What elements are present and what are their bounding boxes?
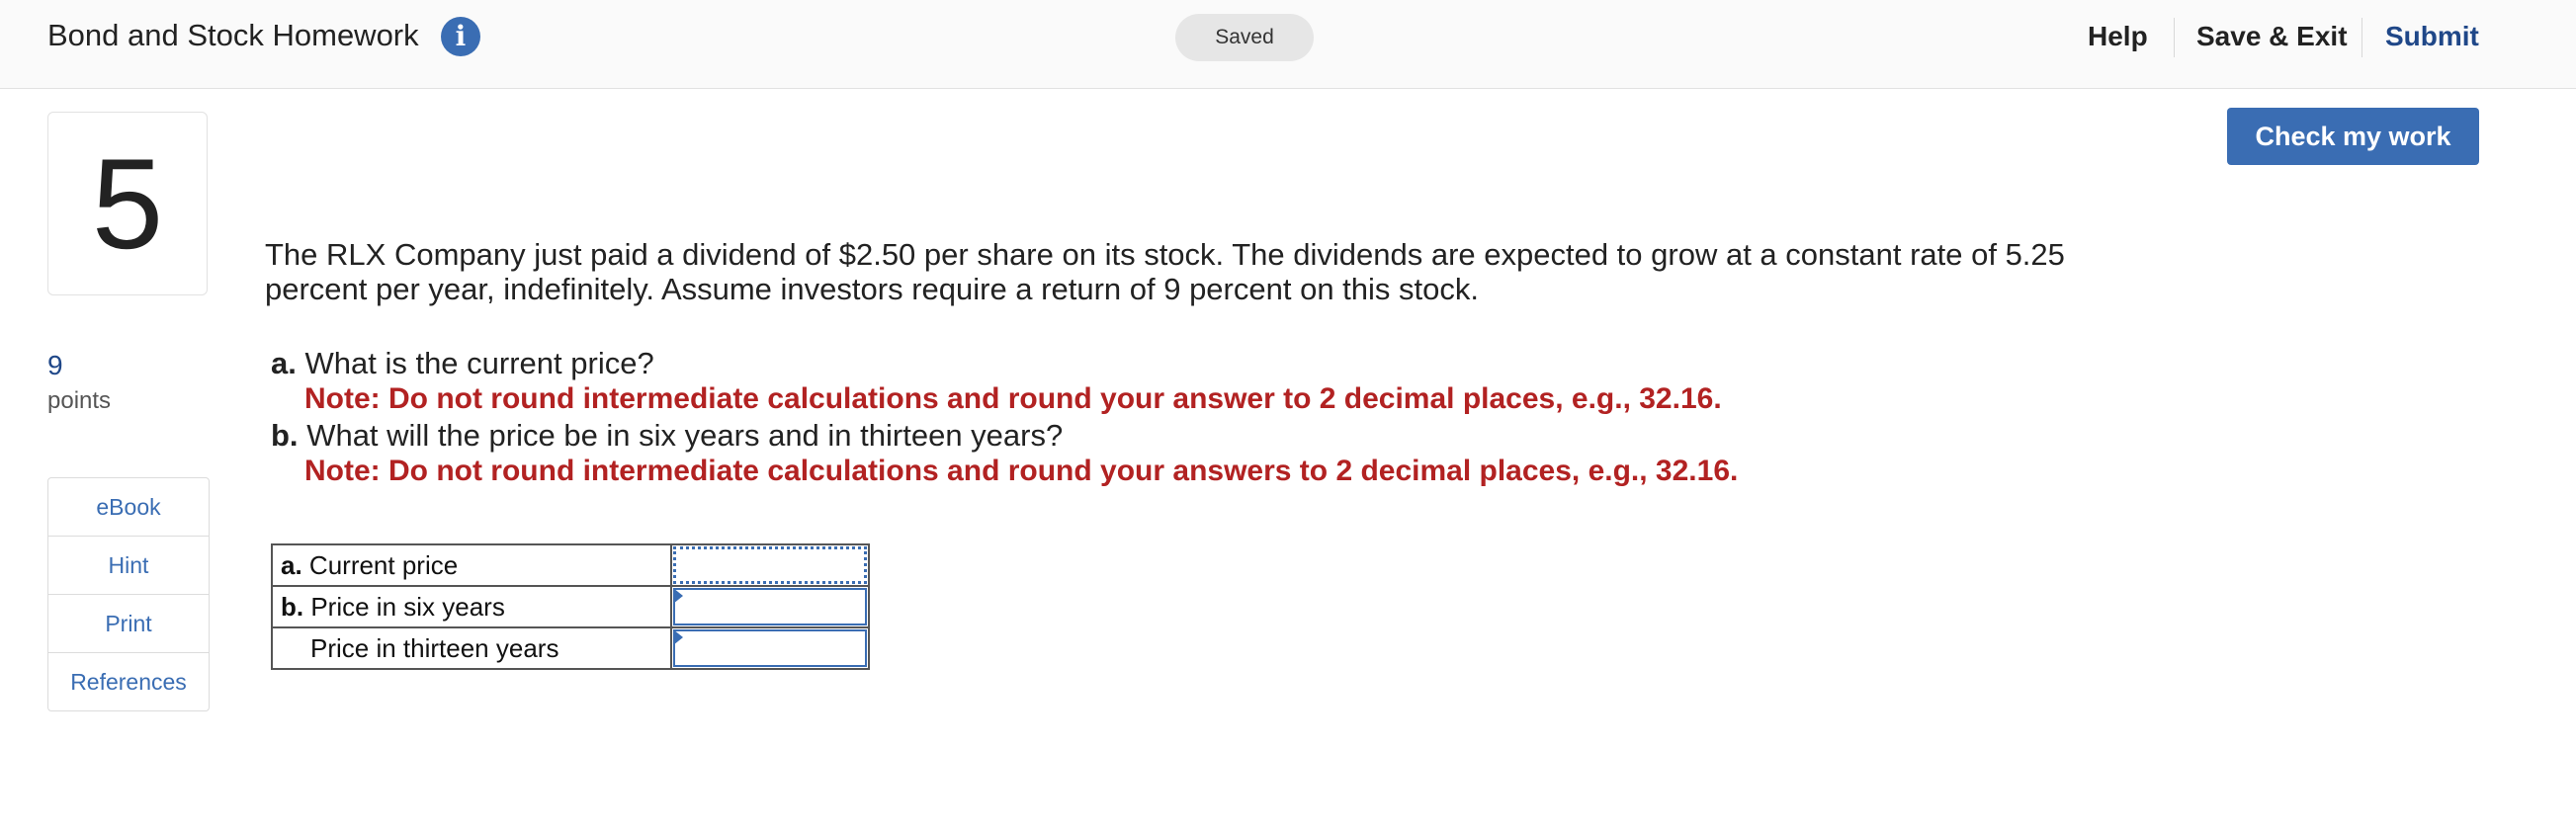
question-number: 5 — [47, 112, 208, 295]
row-label: a. Current price — [271, 543, 672, 587]
points-value: 9 — [47, 350, 63, 380]
row-prefix: b. — [281, 591, 304, 622]
input-marker-icon — [673, 629, 683, 645]
price-thirteen-years-input[interactable] — [670, 626, 870, 670]
top-bar: Bond and Stock Homework i Saved Help Sav… — [0, 0, 2576, 89]
part-a-text: What is the current price? — [304, 346, 654, 380]
resources-panel: eBook Hint Print References — [47, 477, 210, 711]
check-my-work-button[interactable]: Check my work — [2227, 108, 2479, 165]
save-exit-link[interactable]: Save & Exit — [2196, 20, 2348, 53]
part-a-label: a. — [271, 346, 297, 380]
row-text: Price in six years — [310, 591, 505, 622]
help-link[interactable]: Help — [2088, 20, 2148, 53]
points-label: points — [47, 387, 112, 414]
input-box[interactable] — [673, 546, 867, 584]
saved-status-badge: Saved — [1175, 14, 1314, 61]
header-divider — [2361, 18, 2362, 57]
part-a-note: Note: Do not round intermediate calculat… — [304, 382, 1722, 415]
hint-link[interactable]: Hint — [48, 537, 209, 595]
ebook-link[interactable]: eBook — [48, 478, 209, 537]
table-row: a. Current price — [271, 543, 870, 587]
row-text: Current price — [308, 549, 459, 580]
references-link[interactable]: References — [48, 653, 209, 711]
submit-link[interactable]: Submit — [2385, 20, 2479, 53]
current-price-input[interactable] — [670, 543, 870, 587]
table-row: Price in thirteen years — [271, 626, 870, 670]
part-a-question: a. What is the current price? — [271, 346, 654, 381]
row-label: Price in thirteen years — [271, 626, 672, 670]
part-b-label: b. — [271, 418, 299, 453]
input-box[interactable] — [673, 629, 867, 667]
header-divider — [2174, 18, 2175, 57]
table-row: b. Price in six years — [271, 585, 870, 628]
part-b-note: Note: Do not round intermediate calculat… — [304, 455, 1739, 487]
part-b-text: What will the price be in six years and … — [306, 418, 1064, 453]
info-icon[interactable]: i — [441, 17, 480, 56]
question-prompt: The RLX Company just paid a dividend of … — [265, 237, 2065, 306]
input-marker-icon — [673, 588, 683, 604]
price-six-years-input[interactable] — [670, 585, 870, 628]
row-prefix: a. — [281, 549, 302, 580]
answer-table: a. Current price b. Price in six years P… — [271, 543, 870, 670]
row-label: b. Price in six years — [271, 585, 672, 628]
print-link[interactable]: Print — [48, 595, 209, 653]
assignment-title: Bond and Stock Homework — [47, 18, 419, 52]
input-box[interactable] — [673, 588, 867, 625]
part-b-question: b. What will the price be in six years a… — [271, 418, 1063, 454]
row-text: Price in thirteen years — [310, 632, 559, 663]
